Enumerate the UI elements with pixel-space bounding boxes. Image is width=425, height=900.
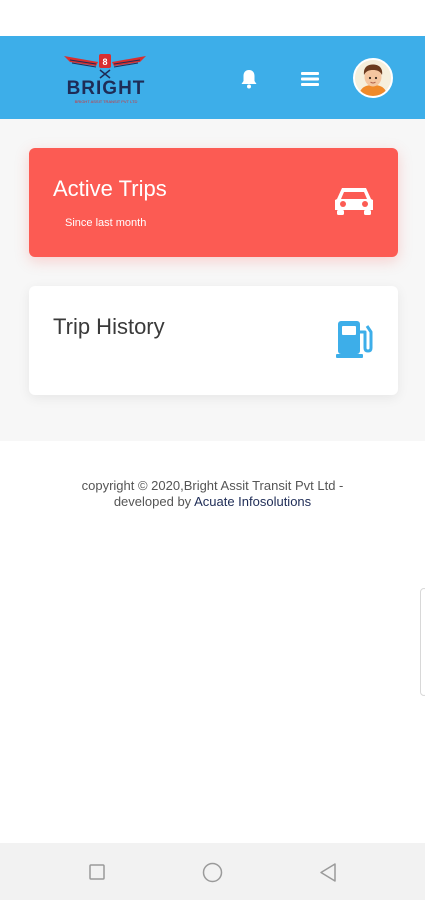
dashboard-content: Active Trips Since last month Trip Histo…	[0, 119, 425, 441]
edge-panel-handle[interactable]	[420, 588, 425, 696]
active-trips-subtitle: Since last month	[65, 217, 147, 229]
trip-history-title: Trip History	[53, 314, 165, 339]
trip-history-card[interactable]: Trip History	[29, 286, 398, 395]
developer-credit: developed by Acuate Infosolutions	[30, 494, 395, 510]
developer-link[interactable]: Acuate Infosolutions	[194, 494, 311, 509]
user-avatar-icon	[355, 60, 391, 96]
menu-icon[interactable]	[298, 68, 322, 90]
logo-text: BRIGHT	[66, 78, 146, 99]
back-button[interactable]	[318, 862, 338, 883]
winged-badge-icon: 8	[64, 54, 146, 79]
footer-copyright: copyright © 2020,Bright Assit Transit Pv…	[30, 478, 395, 510]
developed-by-text: developed by	[113, 494, 192, 509]
active-trips-title: Active Trips	[53, 176, 167, 201]
avatar[interactable]	[353, 58, 393, 98]
active-trips-card[interactable]: Active Trips Since last month	[29, 148, 398, 257]
bell-icon[interactable]	[237, 67, 261, 91]
home-button[interactable]	[202, 862, 223, 883]
system-navigation-bar	[0, 843, 425, 900]
copyright-text: copyright © 2020,Bright Assit Transit Pv…	[81, 478, 344, 493]
status-bar	[0, 0, 425, 36]
recents-button[interactable]	[89, 864, 105, 880]
app-header: 8 BRIGHT BRIGHT ASSIT TRANSIT PVT LTD	[0, 36, 425, 119]
logo-subtitle: BRIGHT ASSIT TRANSIT PVT LTD	[74, 99, 138, 104]
fuel-pump-icon	[336, 321, 373, 358]
svg-text:8: 8	[102, 57, 107, 67]
car-icon	[335, 188, 373, 215]
bright-logo[interactable]: 8 BRIGHT BRIGHT ASSIT TRANSIT PVT LTD	[60, 50, 150, 108]
